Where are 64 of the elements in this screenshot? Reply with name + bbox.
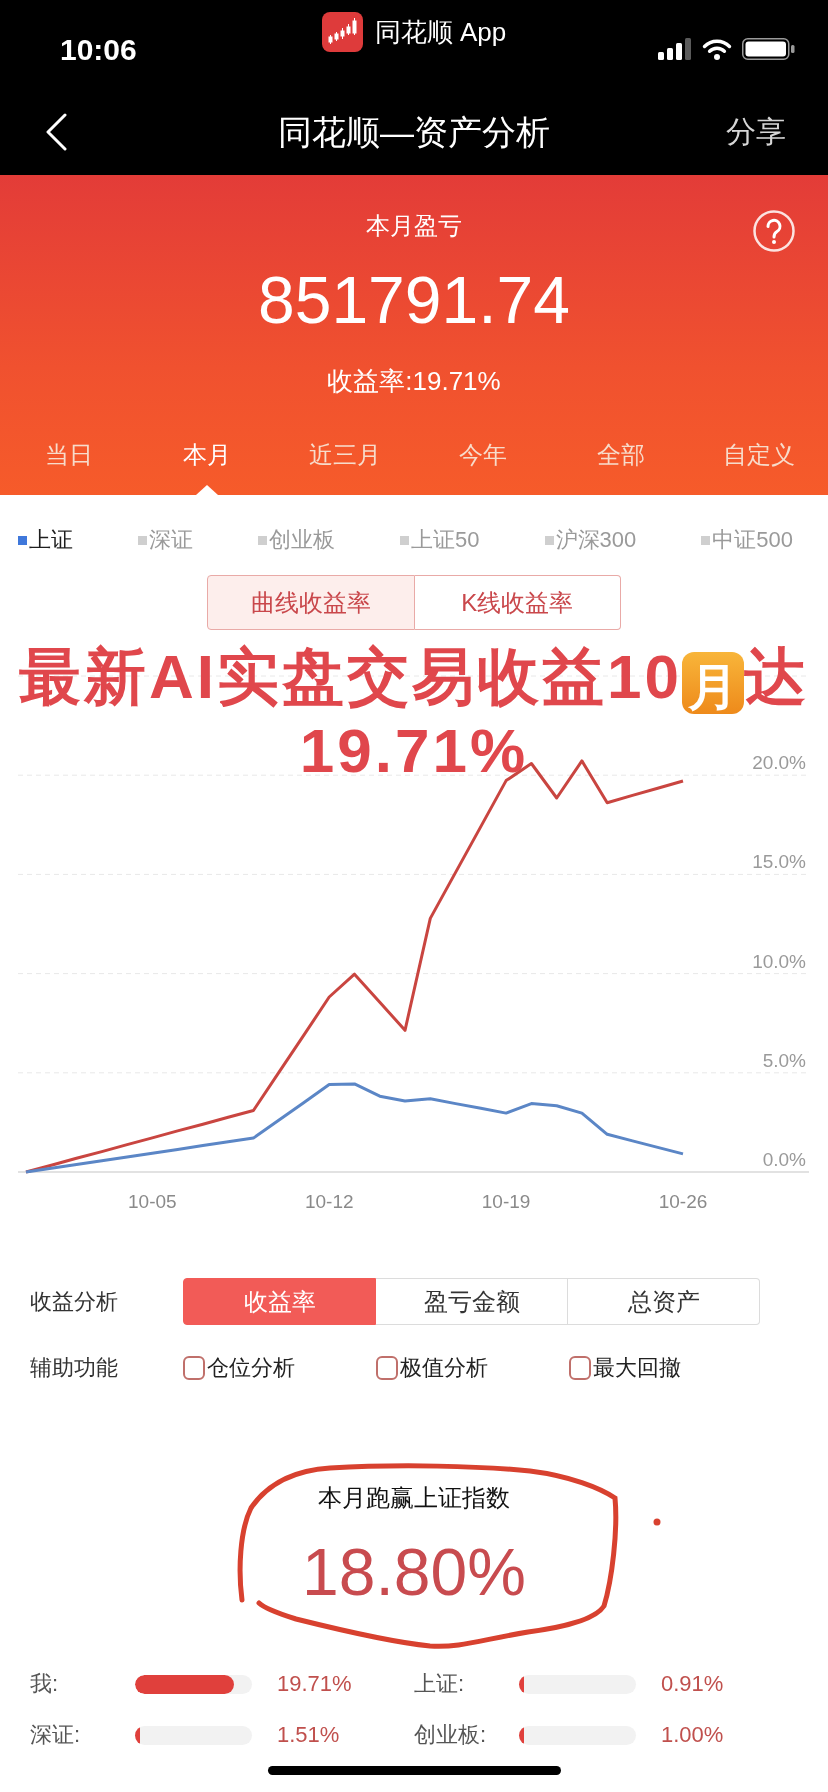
comparison-label: 创业板: (414, 1721, 487, 1749)
comparison-value: 0.91% (661, 1670, 724, 1698)
y-axis-label: 0.0% (762, 1149, 806, 1170)
analysis-tab[interactable]: 总资产 (568, 1278, 760, 1325)
checkbox[interactable] (183, 1356, 205, 1380)
analysis-tab[interactable]: 盈亏金额 (376, 1278, 568, 1325)
analysis-label: 收益分析 (30, 1287, 118, 1316)
checkbox[interactable] (376, 1356, 398, 1380)
return-rate-text: 收益率:19.71% (327, 365, 501, 398)
x-axis-label: 10-05 (128, 1191, 177, 1212)
clock-time: 10:06 (60, 33, 137, 67)
comparison-value: 1.00% (661, 1721, 724, 1749)
comparison-value: 1.51% (277, 1721, 340, 1749)
legend-square-icon (258, 535, 268, 545)
y-axis-label: 20.0% (752, 752, 806, 774)
profit-amount: 851791.74 (258, 262, 570, 339)
legend-square-icon (544, 535, 554, 545)
index-toggle[interactable]: 上证50 (400, 525, 480, 555)
legend-square-icon (138, 535, 147, 545)
index-toggle[interactable]: 深证 (138, 525, 193, 555)
back-to-app-link[interactable]: 同花顺 App (321, 12, 507, 52)
summary-label: 本月盈亏 (366, 211, 462, 241)
wifi-icon (702, 38, 732, 60)
period-tab[interactable]: 今年 (414, 435, 552, 495)
outperform-caption: 本月跑赢上证指数 (318, 1483, 510, 1513)
aux-function-option[interactable]: 最大回撤 (569, 1353, 681, 1383)
analysis-tab[interactable]: 收益率 (183, 1278, 376, 1325)
period-tab[interactable]: 当日 (0, 435, 138, 495)
back-icon[interactable] (44, 112, 68, 151)
aux-function-option[interactable]: 极值分析 (376, 1353, 488, 1383)
comparison-value: 19.71% (277, 1670, 352, 1698)
period-tab[interactable]: 全部 (552, 435, 690, 495)
index-toggle[interactable]: 创业板 (258, 525, 336, 555)
y-axis-label: 10.0% (752, 950, 806, 972)
period-tab[interactable]: 自定义 (690, 435, 828, 495)
share-button[interactable]: 分享 (726, 111, 786, 152)
ink-dot-icon (653, 1518, 661, 1526)
aux-function-option[interactable]: 仓位分析 (183, 1353, 295, 1383)
candlestick-app-icon (321, 12, 363, 52)
comparison-label: 我: (30, 1670, 59, 1698)
checkbox[interactable] (569, 1356, 591, 1380)
x-axis-label: 10-19 (481, 1191, 531, 1212)
y-axis-label: 15.0% (752, 851, 806, 873)
signal-icon (658, 38, 692, 60)
chart-mode-tab[interactable]: 曲线收益率 (207, 575, 415, 630)
comparison-label: 深证: (30, 1721, 81, 1749)
chart-mode-tab[interactable]: K线收益率 (414, 575, 621, 630)
period-tab[interactable]: 近三月 (276, 435, 414, 495)
index-toggle[interactable]: 中证500 (701, 525, 793, 555)
index-toggle[interactable]: 沪深300 (544, 525, 637, 555)
index-toggle[interactable]: 上证 (18, 525, 73, 555)
comparison-label: 上证: (414, 1670, 465, 1698)
x-axis-label: 10-26 (658, 1191, 708, 1212)
outperform-value: 18.80% (302, 1534, 526, 1610)
legend-square-icon (400, 535, 410, 545)
y-axis-label: 5.0% (762, 1049, 806, 1071)
battery-icon (742, 38, 795, 60)
legend-square-icon (701, 535, 711, 545)
legend-square-icon (18, 535, 27, 545)
help-icon[interactable] (753, 210, 795, 252)
page-title: 同花顺—资产分析 (278, 111, 550, 153)
period-tab[interactable]: 本月 (138, 435, 276, 495)
aux-functions-label: 辅助功能 (30, 1354, 118, 1382)
x-axis-label: 10-12 (304, 1191, 354, 1212)
